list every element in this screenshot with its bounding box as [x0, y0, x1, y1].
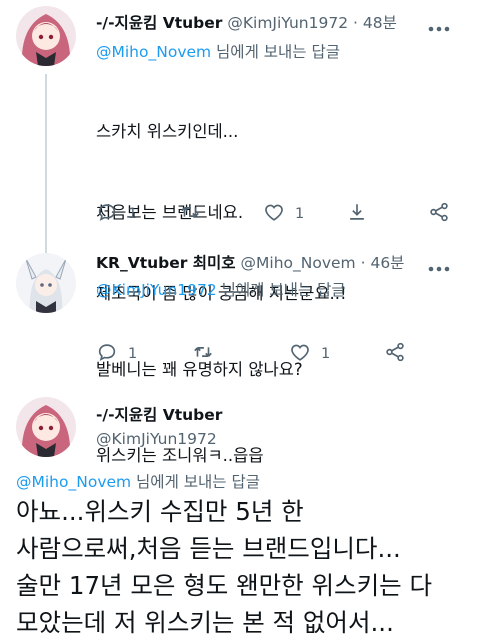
avatar[interactable]: [16, 397, 76, 457]
separator: ·: [353, 14, 358, 32]
timestamp[interactable]: 48분: [363, 14, 397, 32]
timestamp[interactable]: 46분: [370, 254, 404, 272]
more-icon[interactable]: [428, 258, 450, 277]
reply-button[interactable]: 1: [96, 201, 137, 227]
display-name[interactable]: -/-지윤킴 Vtuber: [96, 14, 222, 32]
retweet-icon: [179, 201, 201, 227]
action-bar: 1 1: [96, 341, 426, 367]
reply-context: @Miho_Novem 님에게 보내는 답글: [96, 40, 340, 62]
retweet-button[interactable]: [192, 341, 214, 367]
display-name[interactable]: KR_Vtuber 최미호: [96, 254, 236, 272]
like-button[interactable]: 1: [289, 341, 330, 367]
tweet-1[interactable]: -/-지윤킴 Vtuber @KimJiYun1972 · 48분 @Miho_…: [0, 0, 480, 465]
heart-icon: [289, 341, 311, 367]
reply-context: @KimJiYun1972 님에게 보내는 답글: [96, 278, 346, 300]
retweet-icon: [192, 341, 214, 367]
share-button[interactable]: [428, 201, 450, 227]
separator: ·: [360, 254, 366, 272]
user-handle[interactable]: @KimJiYun1972: [96, 428, 217, 450]
share-icon: [384, 341, 406, 367]
text-line: 아뇨...위스키 수집만 5년 한: [16, 497, 304, 526]
share-button[interactable]: [384, 341, 406, 367]
reply-suffix: 님에게 보내는 답글: [216, 281, 346, 299]
more-icon[interactable]: [428, 18, 450, 37]
tweet-2[interactable]: KR_Vtuber 최미호 @Miho_Novem · 46분 @KimJiYu…: [0, 245, 480, 380]
heart-icon: [263, 201, 285, 227]
text-line: 모았는데 저 위스키는 본 적 없어서...: [16, 608, 394, 637]
action-bar: 1 1: [96, 201, 466, 227]
reply-suffix: 님에게 보내는 답글: [131, 473, 260, 491]
user-handle[interactable]: @KimJiYun1972: [227, 14, 348, 32]
like-button[interactable]: 1: [263, 201, 304, 227]
reply-count: 1: [128, 206, 138, 222]
reply-mention[interactable]: @KimJiYun1972: [96, 281, 217, 299]
reply-mention[interactable]: @Miho_Novem: [96, 43, 211, 61]
reply-icon: [96, 201, 118, 227]
thread-line: [45, 74, 47, 245]
display-name[interactable]: -/-지윤킴 Vtuber: [96, 404, 222, 426]
tweet-header: KR_Vtuber 최미호 @Miho_Novem · 46분: [96, 252, 404, 274]
reply-mention[interactable]: @Miho_Novem: [16, 473, 131, 491]
text-line: 술만 17년 모은 형도 왠만한 위스키는 다: [16, 571, 433, 600]
tweet-header: -/-지윤킴 Vtuber @KimJiYun1972 · 48분: [96, 12, 397, 34]
like-count: 1: [321, 346, 331, 362]
tweet-3[interactable]: -/-지윤킴 Vtuber @KimJiYun1972 @Miho_Novem …: [0, 380, 480, 643]
download-icon: [346, 201, 368, 227]
reply-icon: [96, 341, 118, 367]
retweet-button[interactable]: [179, 201, 201, 227]
reply-context: @Miho_Novem 님에게 보내는 답글: [16, 470, 260, 492]
text-line: 사람으로써,처음 듣는 브랜드입니다...: [16, 534, 401, 563]
thread-line: [45, 245, 47, 253]
like-count: 1: [295, 206, 305, 222]
avatar[interactable]: [16, 253, 76, 313]
share-icon: [428, 201, 450, 227]
text-line: 스카치 위스키인데...: [96, 122, 239, 141]
user-handle[interactable]: @Miho_Novem: [241, 254, 356, 272]
reply-button[interactable]: 1: [96, 341, 137, 367]
reply-suffix: 님에게 보내는 답글: [211, 43, 340, 61]
avatar[interactable]: [16, 6, 76, 66]
bookmark-button[interactable]: [346, 201, 368, 227]
reply-count: 1: [128, 346, 138, 362]
